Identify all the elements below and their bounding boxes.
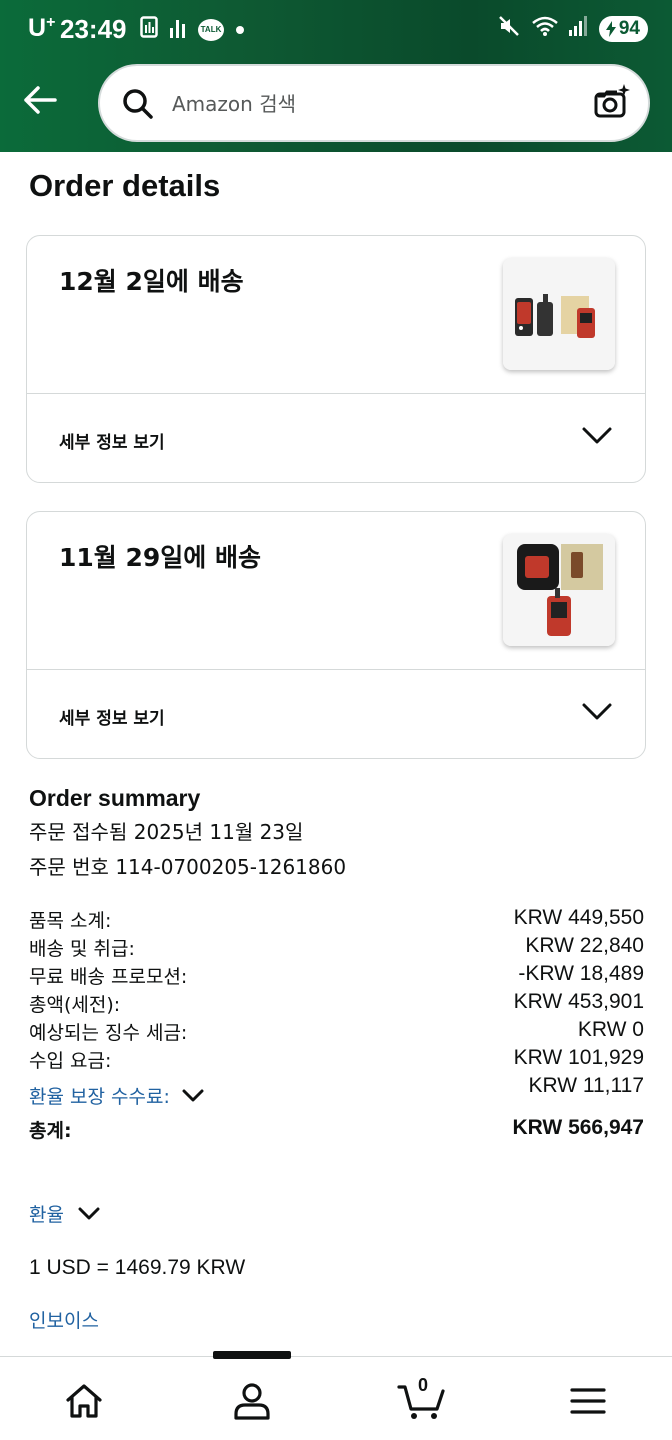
row-label: 품목 소계: bbox=[29, 910, 112, 932]
product-thumbnail[interactable] bbox=[503, 534, 615, 646]
search-icon bbox=[120, 86, 156, 126]
shipment-card: 12월 2일에 배송 세부 정보 보기 bbox=[26, 235, 646, 483]
summary-row-subtotal: 품목 소계: KRW 449,550 bbox=[29, 906, 644, 934]
wifi-icon bbox=[531, 15, 559, 42]
charging-bolt-icon bbox=[605, 20, 616, 37]
carrier-label: U+ bbox=[28, 14, 56, 42]
more-notifications-dot bbox=[236, 25, 244, 34]
signal-icon bbox=[568, 16, 589, 41]
status-bar: U+ 23:49 TALK 94 bbox=[0, 0, 672, 58]
fx-fee-toggle[interactable]: 환율 보장 수수료: bbox=[29, 1082, 204, 1109]
row-value: -KRW 18,489 bbox=[518, 962, 644, 985]
battery-indicator: 94 bbox=[598, 15, 648, 42]
summary-row-shipping: 배송 및 취급: KRW 22,840 bbox=[29, 934, 644, 962]
menu-icon bbox=[570, 1388, 606, 1414]
row-label: 배송 및 취급: bbox=[29, 938, 135, 960]
chevron-down-icon bbox=[182, 1089, 204, 1102]
order-summary-title: Order summary bbox=[29, 785, 201, 811]
active-tab-indicator bbox=[213, 1351, 291, 1359]
exchange-rate-toggle[interactable]: 환율 bbox=[29, 1200, 229, 1228]
chevron-down-icon bbox=[78, 1207, 100, 1220]
chevron-down-icon[interactable] bbox=[581, 426, 613, 450]
exchange-rate-label[interactable]: 환율 bbox=[29, 1200, 100, 1227]
search-input[interactable] bbox=[172, 84, 572, 124]
row-value: KRW 22,840 bbox=[525, 934, 644, 957]
kakaotalk-icon: TALK bbox=[198, 18, 224, 41]
card-divider bbox=[27, 669, 645, 670]
order-number: 주문 번호 114-0700205-1261860 bbox=[29, 855, 347, 879]
back-button[interactable] bbox=[18, 80, 62, 120]
card-divider bbox=[27, 393, 645, 394]
view-details-link[interactable]: 세부 정보 보기 bbox=[59, 428, 165, 453]
row-label: 수입 요금: bbox=[29, 1050, 112, 1072]
summary-row-tax: 예상되는 징수 세금: KRW 0 bbox=[29, 1018, 644, 1046]
summary-row-pretax: 총액(세전): KRW 453,901 bbox=[29, 990, 644, 1018]
row-value: KRW 101,929 bbox=[513, 1046, 644, 1069]
invoice-row[interactable]: 인보이스 bbox=[29, 1306, 229, 1334]
row-label: 예상되는 징수 세금: bbox=[29, 1022, 188, 1044]
delivery-date: 12월 2일에 배송 bbox=[59, 267, 244, 296]
row-label: 총계: bbox=[29, 1120, 72, 1142]
chevron-down-icon[interactable] bbox=[581, 702, 613, 726]
shipment-card: 11월 29일에 배송 세부 정보 보기 bbox=[26, 511, 646, 759]
back-arrow-icon bbox=[24, 86, 57, 114]
order-placed-date: 주문 접수됨 2025년 11월 23일 bbox=[29, 820, 304, 844]
page-title: Order details bbox=[29, 168, 221, 203]
nav-menu[interactable] bbox=[564, 1379, 612, 1423]
summary-row-import-fees: 수입 요금: KRW 101,929 bbox=[29, 1046, 644, 1074]
nav-cart[interactable]: 0 bbox=[396, 1375, 448, 1423]
nav-home[interactable] bbox=[60, 1379, 108, 1423]
product-image bbox=[503, 534, 615, 646]
bottom-nav: 0 bbox=[0, 1351, 672, 1440]
cart-count: 0 bbox=[418, 1375, 429, 1395]
row-value: KRW 566,947 bbox=[512, 1116, 644, 1139]
summary-row-fx-fee[interactable]: 환율 보장 수수료: KRW 11,117 bbox=[29, 1074, 644, 1114]
summary-row-total: 총계: KRW 566,947 bbox=[29, 1116, 644, 1144]
row-value: KRW 11,117 bbox=[528, 1074, 644, 1097]
delivery-date: 11월 29일에 배송 bbox=[59, 543, 261, 572]
nav-account[interactable] bbox=[228, 1379, 276, 1423]
row-label: 총액(세전): bbox=[29, 994, 121, 1016]
notification-app-icon bbox=[140, 16, 158, 43]
mute-icon bbox=[497, 14, 521, 43]
status-time: 23:49 bbox=[60, 14, 127, 44]
home-icon bbox=[66, 1384, 102, 1418]
app-header: U+ 23:49 TALK 94 bbox=[0, 0, 672, 152]
product-thumbnail[interactable] bbox=[503, 258, 615, 370]
view-details-link[interactable]: 세부 정보 보기 bbox=[59, 704, 165, 729]
row-value: KRW 449,550 bbox=[513, 906, 644, 929]
search-bar[interactable] bbox=[98, 64, 650, 142]
row-value: KRW 453,901 bbox=[513, 990, 644, 1013]
camera-search-icon[interactable] bbox=[592, 82, 632, 126]
invoice-link[interactable]: 인보이스 bbox=[29, 1306, 99, 1333]
exchange-rate-value: 1 USD = 1469.79 KRW bbox=[29, 1256, 246, 1279]
account-icon bbox=[234, 1383, 270, 1420]
row-value: KRW 0 bbox=[577, 1018, 644, 1041]
bar-chart-icon bbox=[170, 16, 186, 43]
row-label: 무료 배송 프로모션: bbox=[29, 966, 188, 988]
summary-row-free-shipping: 무료 배송 프로모션: -KRW 18,489 bbox=[29, 962, 644, 990]
product-image bbox=[503, 258, 615, 370]
